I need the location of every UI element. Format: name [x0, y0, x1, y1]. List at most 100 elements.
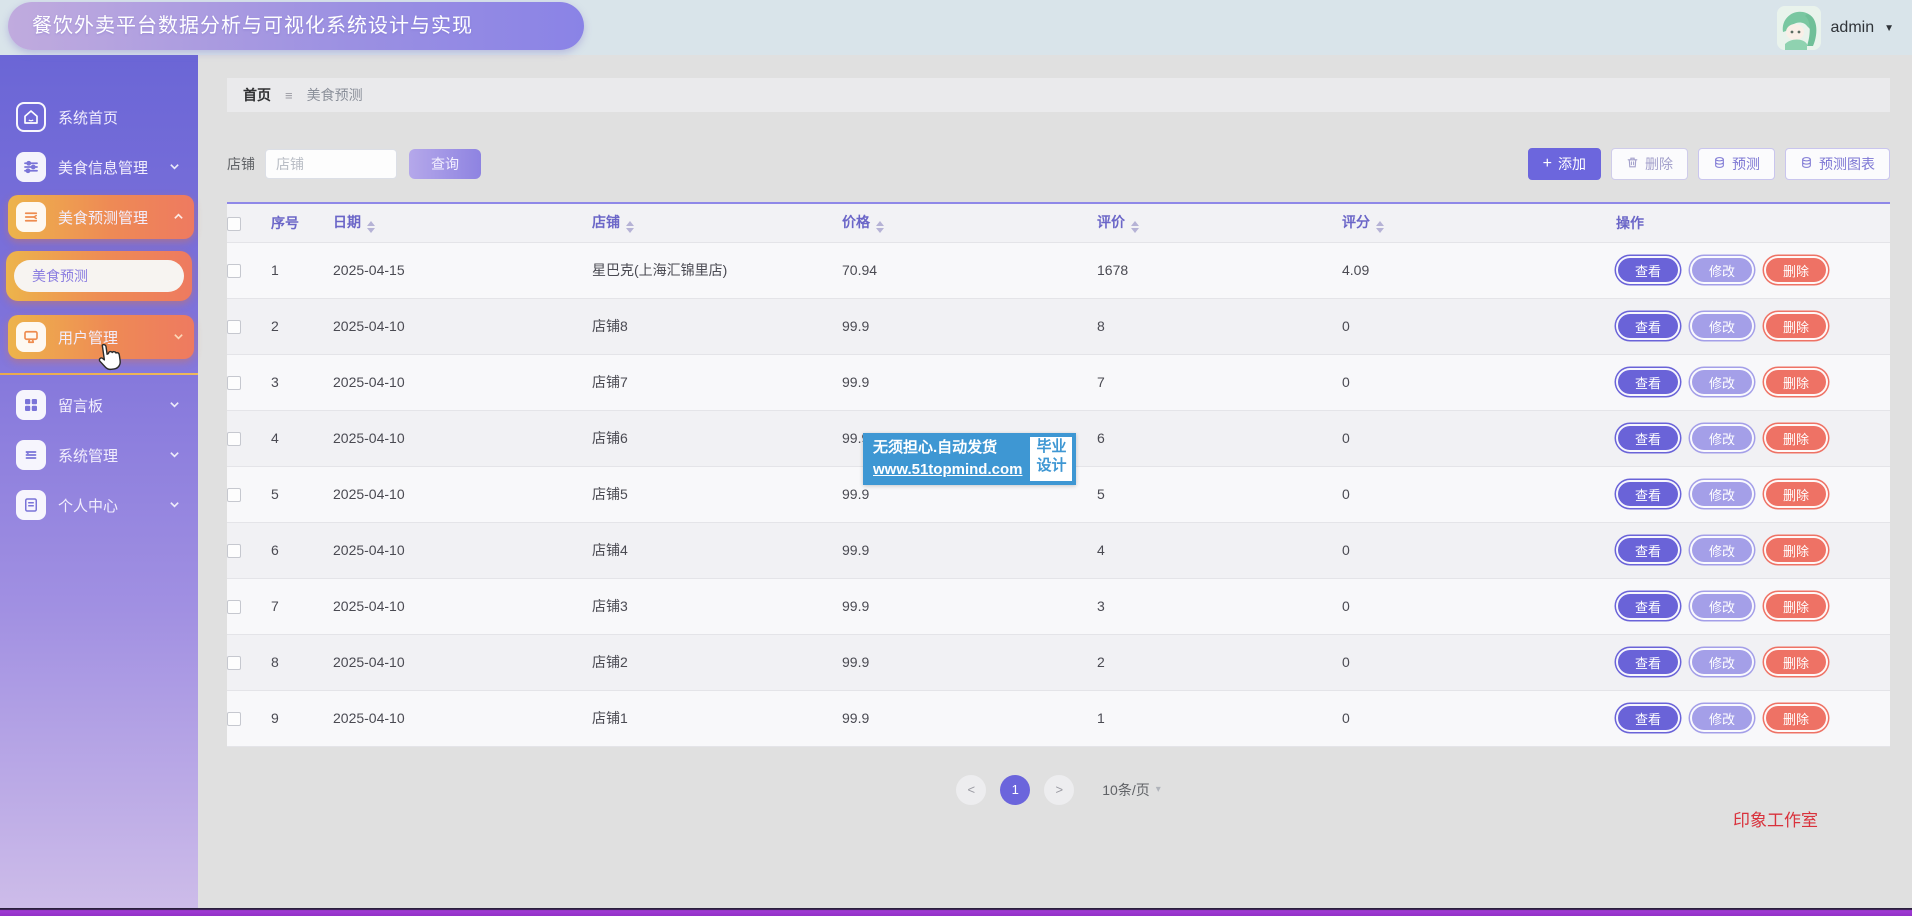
row-actions: 查看 修改 删除 — [1616, 312, 1890, 340]
page-1-button[interactable]: 1 — [1000, 775, 1030, 805]
cell-shop: 店铺4 — [592, 522, 842, 578]
col-header-rating[interactable]: 评分 — [1342, 204, 1616, 242]
col-header-price[interactable]: 价格 — [842, 204, 1097, 242]
sidebar-item-label: 美食预测管理 — [58, 207, 148, 228]
view-button[interactable]: 查看 — [1616, 424, 1680, 452]
predict-button[interactable]: 预测 — [1698, 148, 1775, 180]
delete-row-button[interactable]: 删除 — [1764, 256, 1828, 284]
row-checkbox[interactable] — [227, 600, 241, 614]
delete-row-button[interactable]: 删除 — [1764, 368, 1828, 396]
page-size-select[interactable]: 10条/页 ▾ — [1102, 780, 1161, 800]
table-row: 6 2025-04-10 店铺4 99.9 4 0 查看 修改 删除 — [227, 522, 1890, 578]
app-root: 餐饮外卖平台数据分析与可视化系统设计与实现 admin ▼ — [0, 0, 1912, 916]
col-header-shop[interactable]: 店铺 — [592, 204, 842, 242]
cell-reviews: 2 — [1097, 634, 1342, 690]
view-button[interactable]: 查看 — [1616, 480, 1680, 508]
delete-row-button[interactable]: 删除 — [1764, 592, 1828, 620]
sidebar-item-user-mgmt[interactable]: 用户管理 — [8, 315, 194, 359]
col-header-date[interactable]: 日期 — [333, 204, 592, 242]
menu-lines-icon — [16, 440, 46, 470]
add-button[interactable]: + 添加 — [1528, 148, 1601, 180]
table-row: 1 2025-04-15 星巴克(上海汇锦里店) 70.94 1678 4.09… — [227, 242, 1890, 298]
row-actions: 查看 修改 删除 — [1616, 536, 1890, 564]
row-checkbox[interactable] — [227, 264, 241, 278]
row-checkbox[interactable] — [227, 488, 241, 502]
sliders-icon — [16, 152, 46, 182]
search-button[interactable]: 查询 — [409, 149, 481, 179]
view-button[interactable]: 查看 — [1616, 368, 1680, 396]
watermark-badge: 毕业 设计 — [1030, 437, 1072, 481]
delete-row-button[interactable]: 删除 — [1764, 704, 1828, 732]
edit-button[interactable]: 修改 — [1690, 368, 1754, 396]
view-button[interactable]: 查看 — [1616, 536, 1680, 564]
view-button[interactable]: 查看 — [1616, 648, 1680, 676]
delete-row-button[interactable]: 删除 — [1764, 312, 1828, 340]
breadcrumb-home[interactable]: 首页 — [243, 85, 271, 105]
sidebar-item-food-predict[interactable]: 美食预测 — [14, 260, 184, 292]
chevron-down-icon — [169, 447, 180, 464]
monitor-icon — [16, 322, 46, 352]
cell-shop: 店铺2 — [592, 634, 842, 690]
sidebar-item-food-predict-mgmt[interactable]: 美食预测管理 — [8, 195, 194, 239]
cell-shop: 店铺3 — [592, 578, 842, 634]
delete-row-button[interactable]: 删除 — [1764, 424, 1828, 452]
sidebar-item-home[interactable]: 系统首页 — [8, 95, 190, 139]
sidebar-item-label: 美食信息管理 — [58, 157, 148, 178]
delete-row-button[interactable]: 删除 — [1764, 536, 1828, 564]
prev-page-button[interactable]: < — [956, 775, 986, 805]
view-button[interactable]: 查看 — [1616, 592, 1680, 620]
shop-filter-input[interactable] — [265, 149, 397, 179]
sidebar-item-message-board[interactable]: 留言板 — [8, 383, 190, 427]
col-header-reviews[interactable]: 评价 — [1097, 204, 1342, 242]
breadcrumb-separator-icon: ≡ — [285, 88, 293, 103]
edit-button[interactable]: 修改 — [1690, 480, 1754, 508]
sidebar-item-food-info[interactable]: 美食信息管理 — [8, 145, 190, 189]
cell-reviews: 1 — [1097, 690, 1342, 746]
row-checkbox[interactable] — [227, 320, 241, 334]
edit-button[interactable]: 修改 — [1690, 648, 1754, 676]
cell-rating: 0 — [1342, 522, 1616, 578]
cell-date: 2025-04-10 — [333, 466, 592, 522]
delete-row-button[interactable]: 删除 — [1764, 648, 1828, 676]
edit-button[interactable]: 修改 — [1690, 704, 1754, 732]
row-checkbox[interactable] — [227, 432, 241, 446]
sidebar-item-profile[interactable]: 个人中心 — [8, 483, 190, 527]
user-menu[interactable]: admin ▼ — [1777, 5, 1894, 51]
next-page-button[interactable]: > — [1044, 775, 1074, 805]
cell-rating: 0 — [1342, 298, 1616, 354]
sidebar-item-label: 系统管理 — [58, 445, 118, 466]
cell-date: 2025-04-10 — [333, 690, 592, 746]
view-button[interactable]: 查看 — [1616, 704, 1680, 732]
cell-price: 99.9 — [842, 690, 1097, 746]
sidebar-item-label: 个人中心 — [58, 495, 118, 516]
edit-button[interactable]: 修改 — [1690, 256, 1754, 284]
breadcrumb-current: 美食预测 — [307, 85, 363, 105]
top-bar: 餐饮外卖平台数据分析与可视化系统设计与实现 admin ▼ — [0, 0, 1912, 55]
edit-button[interactable]: 修改 — [1690, 424, 1754, 452]
list-icon — [16, 202, 46, 232]
delete-button[interactable]: 删除 — [1611, 148, 1688, 180]
row-checkbox[interactable] — [227, 656, 241, 670]
chevron-up-icon — [173, 209, 184, 226]
cell-price: 99.9 — [842, 634, 1097, 690]
cell-date: 2025-04-10 — [333, 354, 592, 410]
col-header-actions: 操作 — [1616, 204, 1890, 242]
row-checkbox[interactable] — [227, 544, 241, 558]
view-button[interactable]: 查看 — [1616, 312, 1680, 340]
sidebar-item-system-mgmt[interactable]: 系统管理 — [8, 433, 190, 477]
chevron-down-icon — [169, 497, 180, 514]
edit-button[interactable]: 修改 — [1690, 536, 1754, 564]
edit-button[interactable]: 修改 — [1690, 592, 1754, 620]
row-checkbox[interactable] — [227, 376, 241, 390]
user-avatar — [1777, 6, 1821, 50]
cell-date: 2025-04-10 — [333, 410, 592, 466]
delete-row-button[interactable]: 删除 — [1764, 480, 1828, 508]
sort-icon — [876, 221, 884, 233]
predict-chart-button[interactable]: 预测图表 — [1785, 148, 1890, 180]
view-button[interactable]: 查看 — [1616, 256, 1680, 284]
select-all-checkbox[interactable] — [227, 217, 241, 231]
row-checkbox[interactable] — [227, 712, 241, 726]
home-icon — [16, 102, 46, 132]
edit-button[interactable]: 修改 — [1690, 312, 1754, 340]
cell-rating: 0 — [1342, 634, 1616, 690]
